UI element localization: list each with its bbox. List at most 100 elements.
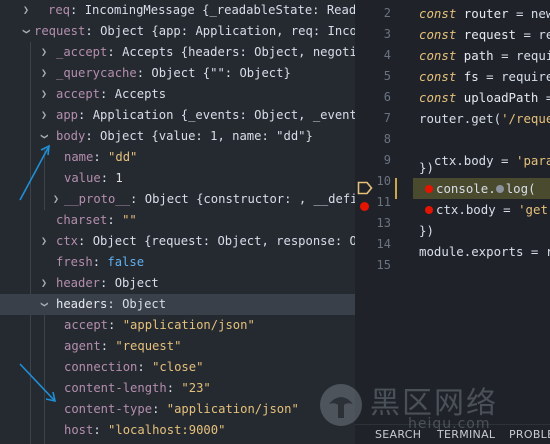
tab-search[interactable]: SEARCH xyxy=(375,428,421,441)
variable-row-request[interactable]: ❯ request: Object {app: Application, req… xyxy=(0,21,356,42)
code-text: = new xyxy=(516,6,550,21)
chevron-right-icon[interactable]: ❯ xyxy=(38,84,50,105)
code-text: = require( xyxy=(486,69,550,84)
code-text: ctx.body = xyxy=(436,202,519,217)
variable-key: __proto__ xyxy=(64,192,131,206)
chevron-right-icon[interactable]: ❯ xyxy=(38,42,50,63)
variable-key: fresh xyxy=(56,255,93,269)
variable-value: "" xyxy=(122,213,137,227)
variable-row-headers-accept[interactable]: accept: "application/json" xyxy=(0,315,355,336)
code-line-9[interactable]: ctx.body = 'param xyxy=(419,150,550,171)
chevron-right-icon[interactable]: ❯ xyxy=(38,231,50,252)
chevron-right-icon[interactable]: ❯ xyxy=(38,63,50,84)
line-number: 8 xyxy=(383,132,391,146)
variable-row-fresh[interactable]: fresh: false xyxy=(0,252,355,273)
identifier: uploadPath xyxy=(463,90,539,105)
keyword: const xyxy=(419,69,457,84)
identifier: request xyxy=(463,27,516,42)
code-line-4[interactable]: const path = requi xyxy=(419,45,550,66)
debug-variables-panel: ❯ req: IncomingMessage {_readableState: … xyxy=(0,0,355,444)
variable-value: Object xyxy=(122,297,167,311)
variable-row-app[interactable]: ❯ app: Application {_events: Object, _ev… xyxy=(0,105,355,126)
variable-row-charset[interactable]: charset: "" xyxy=(0,210,355,231)
variable-key: accept xyxy=(64,318,109,332)
code-line-5[interactable]: const fs = require( xyxy=(419,66,550,87)
variable-value: "dd" xyxy=(108,150,138,164)
variable-key: accept xyxy=(56,87,101,101)
inline-breakpoint-icon[interactable] xyxy=(425,185,433,193)
variable-key: name xyxy=(64,150,94,164)
line-number: 6 xyxy=(383,90,391,104)
line-number: 5 xyxy=(383,69,391,83)
variable-row-accept[interactable]: ❯ accept: Accepts xyxy=(0,84,355,105)
variable-key: request xyxy=(34,24,86,38)
variable-value: 1 xyxy=(115,171,123,185)
code-line-6[interactable]: const uploadPath = xyxy=(419,87,550,108)
variable-row-headers-agent[interactable]: agent: "request" xyxy=(0,336,355,357)
line-number: 14 xyxy=(376,237,391,251)
line-number: 9 xyxy=(383,153,391,167)
variable-value: Accepts xyxy=(114,87,167,101)
variable-row-ctx[interactable]: ❯ ctx: Object {request: Object, response… xyxy=(0,231,355,252)
string-literal: 'get xyxy=(518,202,548,217)
variable-key: body xyxy=(56,129,86,143)
tab-terminal[interactable]: TERMINAL xyxy=(437,428,495,441)
keyword: const xyxy=(419,27,457,42)
chevron-down-icon[interactable]: ❯ xyxy=(34,299,55,311)
identifier: router xyxy=(463,6,509,21)
line-number: 2 xyxy=(383,6,391,20)
code-editor[interactable]: 2 3 4 5 6 7 8 9 10 11 12 13 14 15 const … xyxy=(355,0,550,444)
chevron-right-icon[interactable]: ❯ xyxy=(38,105,50,126)
variable-key: content-length xyxy=(64,381,167,395)
line-number: 4 xyxy=(383,48,391,62)
variable-key: charset xyxy=(56,213,108,227)
panel-tab-bar: SEARCH TERMINAL PROBLE xyxy=(355,424,550,444)
code-text: = requi xyxy=(493,48,550,63)
variable-row-header[interactable]: ❯ header: Object xyxy=(0,273,355,294)
variable-key: connection xyxy=(64,360,138,374)
line-number-gutter[interactable]: 2 3 4 5 6 7 8 9 10 11 12 13 14 15 xyxy=(355,0,413,420)
line-number: 11 xyxy=(376,195,391,209)
annotation-arrow-icon xyxy=(19,363,57,403)
string-literal: 'param xyxy=(515,153,550,168)
code-text: }) xyxy=(419,160,434,175)
variable-value: Application {_events: Object, _eventsCou… xyxy=(92,108,355,122)
code-line-15[interactable]: module.exports = ro xyxy=(419,241,550,262)
chevron-right-icon[interactable]: ❯ xyxy=(20,0,32,21)
variable-row-headers-host[interactable]: host: "localhost:9000" xyxy=(0,420,355,441)
code-line-14[interactable]: }) xyxy=(419,220,434,241)
line-number: 7 xyxy=(383,111,391,125)
inline-breakpoint-icon[interactable] xyxy=(425,206,433,214)
line-number: 15 xyxy=(376,258,391,272)
variable-key: req xyxy=(48,3,71,17)
code-line-7[interactable]: router.get('/reques xyxy=(419,108,550,129)
code-line-2[interactable]: const router = new xyxy=(419,3,550,24)
variable-value: "close" xyxy=(152,360,204,374)
chevron-right-icon[interactable]: ❯ xyxy=(38,273,50,294)
code-line-12[interactable]: console. log( xyxy=(425,178,536,199)
variable-row-req[interactable]: ❯ req: IncomingMessage {_readableState: … xyxy=(0,0,355,21)
variable-key: agent xyxy=(64,339,101,353)
code-line-11[interactable]: }) xyxy=(419,157,434,178)
variable-value: Object {request: Object, response: Objec… xyxy=(92,234,355,248)
variable-key: ctx xyxy=(56,234,79,248)
code-line-13[interactable]: ctx.body = 'get xyxy=(425,199,548,220)
variable-value: Object xyxy=(114,276,159,290)
code-text: router.get( xyxy=(419,111,502,126)
variable-row-headers[interactable]: ❯ headers: Object xyxy=(0,294,355,315)
variable-row-accept-private[interactable]: ❯ _accept: Accepts {headers: Object, neg… xyxy=(0,42,355,63)
variable-value: Object {"": Object} xyxy=(151,66,291,80)
variable-value: "request" xyxy=(115,339,182,353)
line-number: 13 xyxy=(376,216,391,230)
code-line-3[interactable]: const request = req xyxy=(419,24,550,45)
variable-row-querycache[interactable]: ❯ _querycache: Object {"": Object} xyxy=(0,63,355,84)
variable-value: false xyxy=(107,255,145,269)
tab-problems[interactable]: PROBLE xyxy=(509,428,550,441)
inline-breakpoint-dim-icon[interactable] xyxy=(495,185,504,193)
annotation-arrow-icon xyxy=(19,144,50,201)
breakpoint-icon[interactable] xyxy=(360,202,369,211)
variable-value: "application/json" xyxy=(122,318,255,332)
variable-value: Object {value: 1, name: "dd"} xyxy=(100,129,313,143)
variable-value: Object {constructor: , __defineGe… xyxy=(144,192,355,206)
keyword: const xyxy=(419,48,457,63)
